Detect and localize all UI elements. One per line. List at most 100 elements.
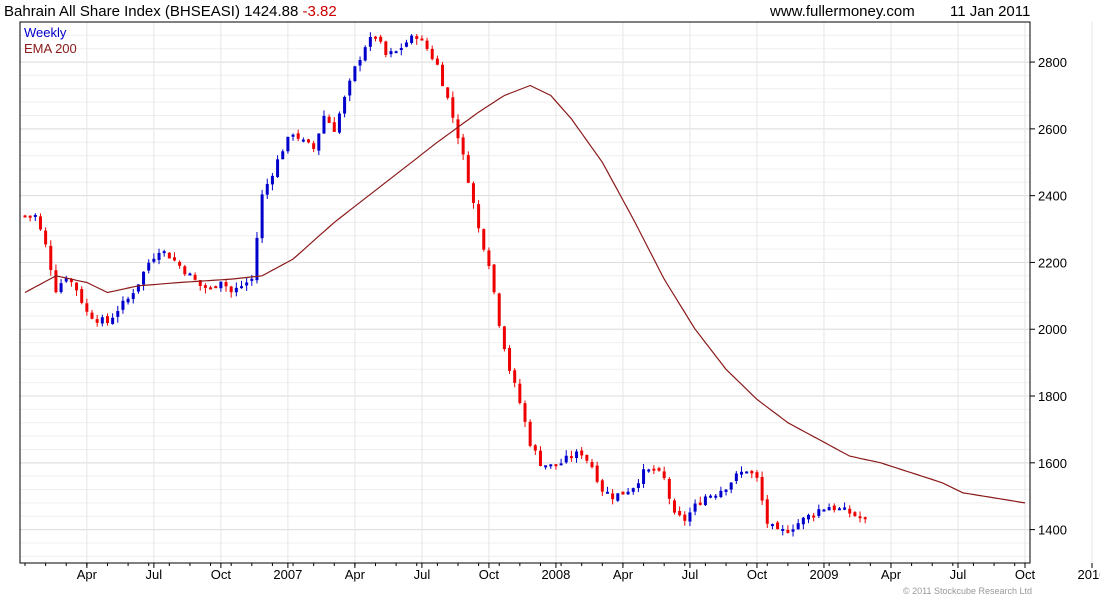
x-tick-label: 2009	[810, 567, 839, 582]
candle-body	[379, 36, 383, 42]
candle-body	[250, 278, 254, 281]
candle-body	[131, 293, 135, 300]
candle-body	[394, 51, 398, 54]
candle-body	[425, 40, 429, 50]
y-tick-label: 2200	[1038, 255, 1067, 270]
candle-body	[590, 462, 594, 468]
candle-body	[100, 317, 104, 324]
candle-body	[482, 229, 486, 250]
x-tick-label: 2010	[1078, 567, 1100, 582]
candle-body	[353, 66, 357, 81]
candle-body	[672, 500, 676, 513]
candle-body	[291, 134, 295, 137]
candle-body	[239, 286, 243, 289]
candle-body	[693, 503, 697, 512]
candle-body	[85, 303, 89, 312]
candle-body	[559, 463, 563, 466]
candle-body	[214, 286, 218, 289]
candle-body	[776, 522, 780, 530]
x-tick-label: Jul	[950, 567, 967, 582]
candle-body	[260, 194, 264, 239]
candle-body	[817, 509, 821, 516]
candle-body	[348, 80, 352, 96]
candle-body	[358, 59, 362, 66]
candle-body	[709, 495, 713, 498]
candle-body	[848, 508, 852, 514]
candle-body	[477, 204, 481, 229]
candle-body	[575, 451, 579, 459]
candle-body	[554, 464, 558, 467]
candle-body	[760, 476, 764, 501]
candle-body	[337, 113, 341, 133]
candle-body	[621, 491, 625, 495]
candle-body	[528, 421, 532, 446]
candle-body	[451, 97, 455, 118]
candle-body	[600, 480, 604, 492]
candle-body	[265, 183, 269, 195]
candle-body	[59, 283, 63, 293]
y-tick-label: 1400	[1038, 523, 1067, 538]
candle-body	[80, 289, 84, 303]
candle-body	[317, 133, 321, 151]
candle-body	[739, 471, 743, 475]
candle-body	[827, 507, 831, 511]
candle-body	[832, 505, 836, 511]
candle-body	[523, 403, 527, 422]
candle-body	[466, 155, 470, 183]
candle-body	[255, 237, 259, 281]
candle-body	[719, 490, 723, 498]
x-tick-label: 2008	[541, 567, 570, 582]
candle-body	[616, 493, 620, 501]
candle-body	[219, 281, 223, 289]
candle-body	[301, 139, 305, 142]
candle-body	[770, 524, 774, 527]
candle-body	[33, 214, 37, 217]
candle-body	[152, 258, 156, 262]
candle-body	[786, 529, 790, 533]
candle-body	[837, 508, 841, 511]
candle-body	[435, 58, 439, 65]
candle-body	[178, 261, 182, 266]
candle-body	[564, 455, 568, 463]
candle-body	[497, 293, 501, 326]
candle-body	[611, 493, 615, 500]
candle-body	[193, 274, 197, 280]
candle-body	[652, 468, 656, 471]
candle-body	[389, 51, 393, 55]
candle-body	[28, 215, 32, 218]
x-tick-label: Jul	[146, 567, 163, 582]
candle-body	[430, 48, 434, 60]
candle-body	[95, 319, 99, 323]
candle-body	[724, 489, 728, 492]
candle-body	[549, 464, 553, 467]
x-tick-label: Apr	[345, 567, 366, 582]
candle-body	[363, 47, 367, 61]
candle-body	[822, 509, 826, 512]
y-tick-label: 2000	[1038, 322, 1067, 337]
candle-body	[441, 64, 445, 87]
candle-body	[518, 383, 522, 403]
candle-body	[38, 216, 42, 230]
y-tick-label: 1800	[1038, 389, 1067, 404]
candle-body	[296, 133, 300, 139]
candle-body	[404, 42, 408, 47]
candle-body	[224, 282, 228, 287]
candle-body	[843, 507, 847, 510]
candle-body	[446, 87, 450, 98]
x-tick-label: Oct	[747, 567, 768, 582]
candle-body	[456, 119, 460, 139]
candle-body	[116, 311, 120, 317]
candle-body	[703, 496, 707, 506]
candle-body	[276, 159, 280, 178]
candle-body	[162, 251, 166, 254]
legend-weekly: Weekly	[24, 25, 67, 40]
candle-body	[54, 270, 58, 293]
candle-body	[410, 35, 414, 43]
candle-body	[461, 137, 465, 155]
x-tick-label: Jul	[682, 567, 699, 582]
candle-body	[111, 317, 115, 324]
candle-body	[585, 455, 589, 461]
x-tick-label: Oct	[211, 567, 232, 582]
candle-body	[384, 41, 388, 55]
candle-body	[487, 250, 491, 266]
